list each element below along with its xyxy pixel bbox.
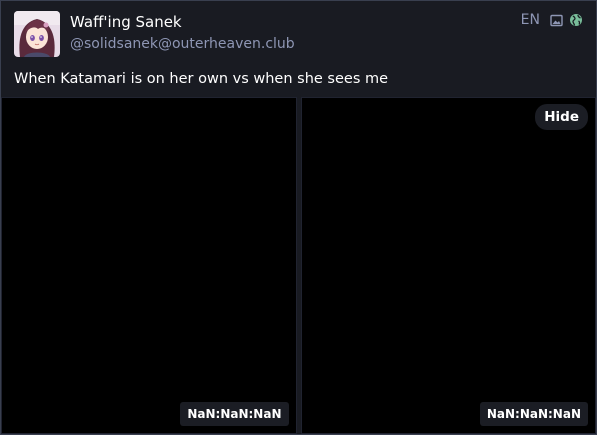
video-timestamp: NaN:NaN:NaN bbox=[479, 402, 588, 426]
media-gallery: NaN:NaN:NaN Hide NaN:NaN:NaN bbox=[1, 97, 596, 434]
avatar[interactable] bbox=[14, 11, 60, 57]
globe-icon[interactable] bbox=[569, 13, 583, 27]
status-post: Waff'ing Sanek @solidsanek@outerheaven.c… bbox=[0, 0, 597, 435]
post-meta: EN bbox=[521, 12, 583, 28]
language-label: EN bbox=[520, 12, 540, 28]
account-handle[interactable]: @solidsanek@outerheaven.club bbox=[70, 36, 295, 52]
image-icon bbox=[550, 14, 563, 27]
video-player-1[interactable]: NaN:NaN:NaN bbox=[1, 97, 297, 434]
video-player-2[interactable]: Hide NaN:NaN:NaN bbox=[300, 97, 596, 434]
display-name[interactable]: Waff'ing Sanek bbox=[70, 13, 182, 31]
video-timestamp: NaN:NaN:NaN bbox=[180, 402, 289, 426]
post-content: When Katamari is on her own vs when she … bbox=[14, 71, 389, 87]
anime-girl-avatar-image bbox=[14, 11, 60, 57]
hide-media-button[interactable]: Hide bbox=[535, 104, 588, 130]
